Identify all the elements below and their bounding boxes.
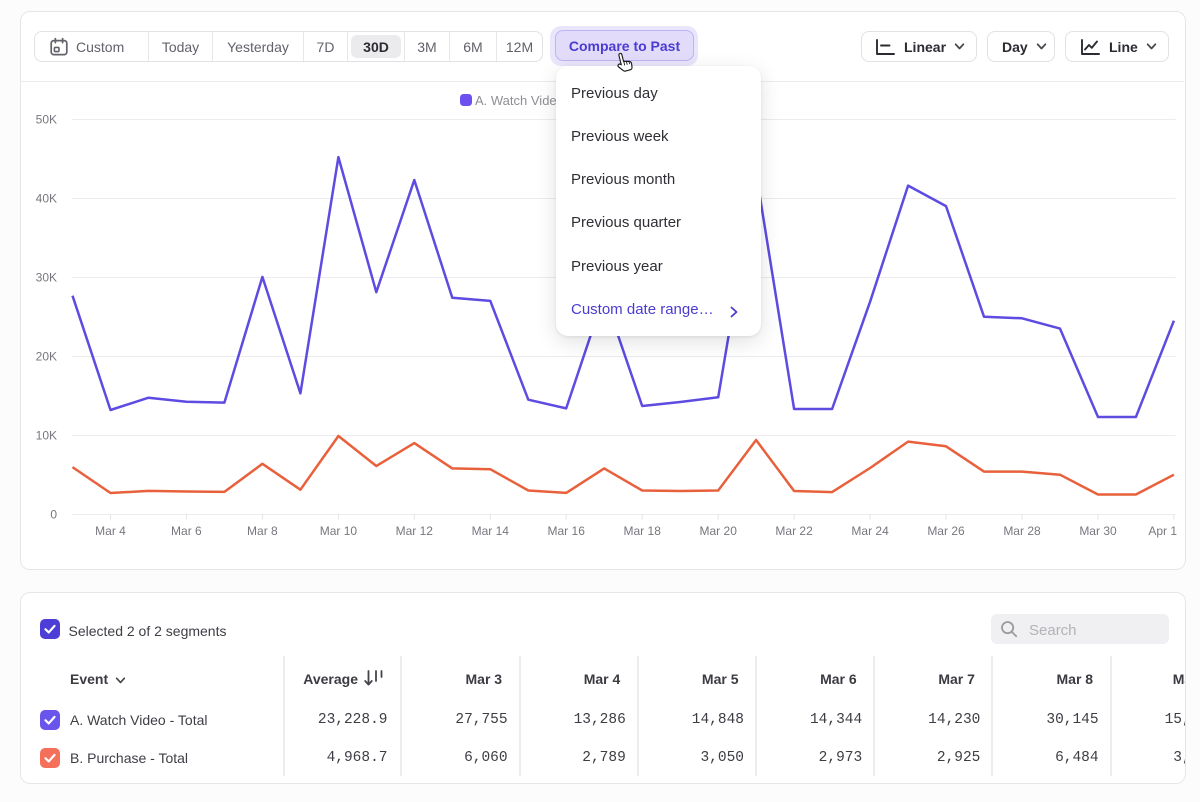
svg-text:Mar 18: Mar 18 <box>624 524 662 538</box>
svg-text:Mar 14: Mar 14 <box>472 524 510 538</box>
svg-text:10K: 10K <box>36 429 57 443</box>
svg-text:0: 0 <box>50 508 57 522</box>
svg-text:Mar 16: Mar 16 <box>548 524 586 538</box>
svg-text:Mar 12: Mar 12 <box>396 524 434 538</box>
svg-text:Mar 26: Mar 26 <box>927 524 965 538</box>
svg-text:Mar 20: Mar 20 <box>700 524 738 538</box>
svg-text:30K: 30K <box>36 271 57 285</box>
svg-text:Mar 10: Mar 10 <box>320 524 358 538</box>
svg-text:Apr 1: Apr 1 <box>1148 524 1177 538</box>
svg-text:50K: 50K <box>36 113 57 127</box>
svg-text:Mar 4: Mar 4 <box>95 524 126 538</box>
svg-text:20K: 20K <box>36 350 57 364</box>
svg-text:Mar 8: Mar 8 <box>247 524 278 538</box>
svg-text:Mar 22: Mar 22 <box>775 524 813 538</box>
svg-text:40K: 40K <box>36 192 57 206</box>
svg-text:Mar 30: Mar 30 <box>1079 524 1117 538</box>
svg-text:Mar 28: Mar 28 <box>1003 524 1041 538</box>
svg-text:Mar 24: Mar 24 <box>851 524 889 538</box>
svg-text:Mar 6: Mar 6 <box>171 524 202 538</box>
